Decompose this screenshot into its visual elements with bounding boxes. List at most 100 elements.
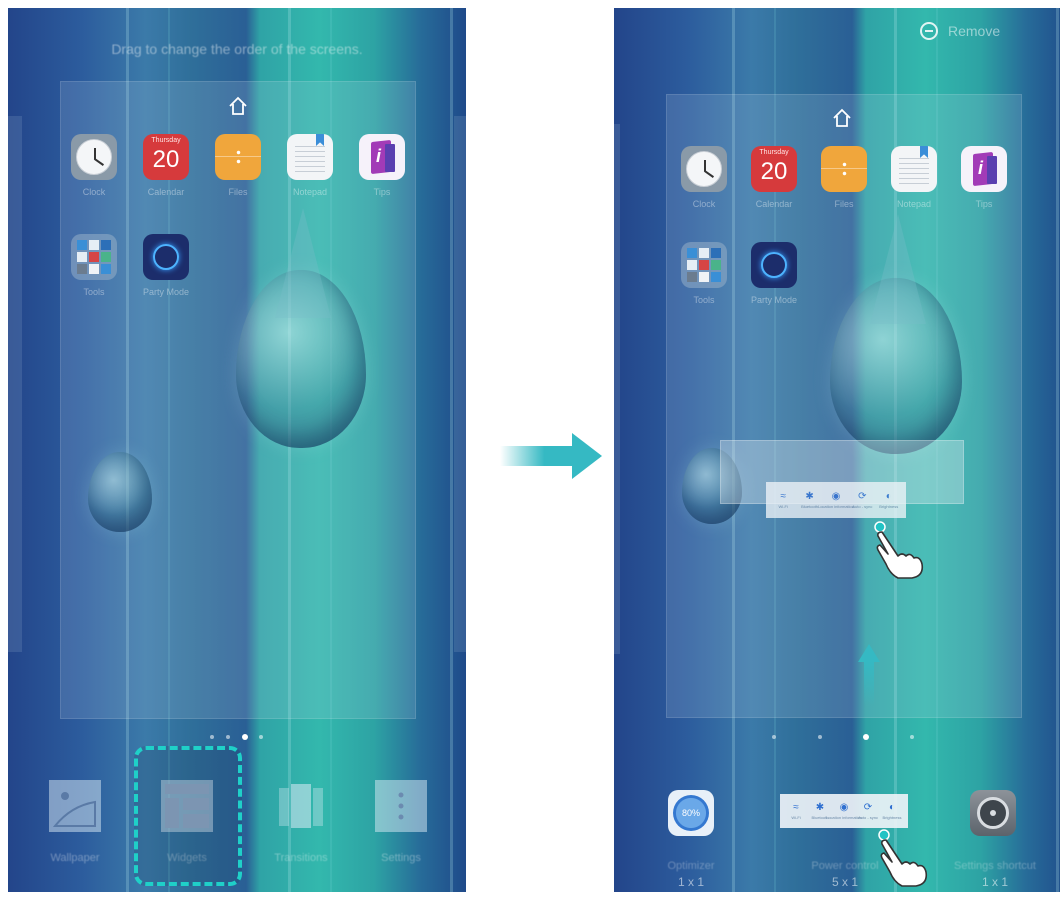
app-label: Tips bbox=[373, 187, 391, 197]
home-icon[interactable] bbox=[226, 94, 250, 118]
settings-dots-icon bbox=[375, 780, 427, 832]
page-dot bbox=[210, 735, 214, 739]
party-mode-icon bbox=[751, 242, 797, 288]
app-tips[interactable]: i Tips bbox=[954, 146, 1014, 209]
app-calendar[interactable]: Thursday 20 Calendar bbox=[744, 146, 804, 209]
app-label: Files bbox=[228, 187, 248, 197]
calendar-icon: Thursday 20 bbox=[143, 134, 189, 180]
calendar-weekday: Thursday bbox=[759, 149, 789, 156]
app-notepad[interactable]: Notepad bbox=[280, 134, 340, 197]
tools-folder-icon bbox=[71, 234, 117, 280]
wallpaper-icon bbox=[49, 780, 101, 832]
settings-gear-icon bbox=[977, 797, 1009, 829]
toggle-label: Auto - sync bbox=[852, 504, 873, 509]
menu-settings[interactable]: Settings bbox=[356, 780, 446, 864]
page-dot-current bbox=[242, 734, 248, 740]
wifi-icon: ≈ bbox=[793, 802, 799, 813]
home-screen-widgets-mode-right: Remove Clock Thursday 20 Calendar Files … bbox=[614, 8, 1060, 892]
toggle-auto-sync[interactable]: ⟳ Auto - sync bbox=[849, 491, 875, 509]
widget-label-optimizer: Optimizer 1 x 1 bbox=[636, 860, 746, 889]
water-drop-large-tip bbox=[275, 208, 331, 318]
brightness-icon: ◐ bbox=[885, 491, 892, 502]
app-label: Tools bbox=[693, 295, 715, 305]
app-clock[interactable]: Clock bbox=[64, 134, 124, 197]
toggle-brightness[interactable]: ◐ Brightness bbox=[880, 802, 904, 820]
power-control-widget[interactable]: ≈ Wi-Fi ✱ Bluetooth ◉ Location information … bbox=[780, 794, 908, 828]
page-indicator bbox=[768, 732, 918, 742]
page-dot bbox=[818, 735, 822, 739]
app-label: Notepad bbox=[292, 187, 328, 197]
sync-icon: ⟳ bbox=[858, 491, 867, 502]
toggle-label: Bluetooth bbox=[801, 504, 819, 509]
folder-tools[interactable]: Tools bbox=[64, 234, 124, 297]
toggle-location[interactable]: ◉ Location information bbox=[826, 802, 862, 820]
app-files[interactable]: Files bbox=[208, 134, 268, 197]
app-party-mode[interactable]: Party Mode bbox=[136, 234, 196, 297]
widget-name: Optimizer bbox=[667, 860, 715, 872]
page-indicator bbox=[208, 732, 268, 742]
app-notepad[interactable]: Notepad bbox=[884, 146, 944, 209]
files-icon bbox=[821, 146, 867, 192]
location-icon: ◉ bbox=[831, 491, 841, 502]
widget-size: 1 x 1 bbox=[981, 875, 1008, 889]
power-control-widget-dragged[interactable]: ≈ Wi-Fi ✱ Bluetooth ◉ Location information … bbox=[766, 482, 906, 518]
menu-transitions[interactable]: Transitions bbox=[256, 780, 346, 864]
bluetooth-icon: ✱ bbox=[815, 802, 825, 813]
party-mode-icon bbox=[143, 234, 189, 280]
transition-arrow-shaft bbox=[500, 446, 574, 466]
calendar-day: 20 bbox=[152, 146, 180, 173]
app-label: Calendar bbox=[147, 187, 185, 197]
tips-icon: i bbox=[359, 134, 405, 180]
app-label: Clock bbox=[692, 199, 716, 209]
page-dot bbox=[910, 735, 914, 739]
tips-icon: i bbox=[961, 146, 1007, 192]
previous-screen-edge[interactable] bbox=[614, 124, 620, 654]
transitions-icon bbox=[275, 780, 327, 832]
wifi-icon: ≈ bbox=[780, 491, 786, 502]
finger-touch-icon bbox=[878, 829, 928, 887]
page-dot bbox=[772, 735, 776, 739]
app-calendar[interactable]: Thursday 20 Calendar bbox=[136, 134, 196, 197]
widget-name: Settings shortcut bbox=[954, 860, 1036, 872]
toggle-label: Wi-Fi bbox=[791, 815, 801, 820]
app-label: Notepad bbox=[896, 199, 932, 209]
bluetooth-icon: ✱ bbox=[805, 491, 814, 502]
previous-screen-edge[interactable] bbox=[8, 116, 22, 652]
calendar-day: 20 bbox=[760, 158, 788, 185]
app-label: Calendar bbox=[755, 199, 793, 209]
notepad-icon bbox=[891, 146, 937, 192]
app-label: Tools bbox=[83, 287, 105, 297]
app-label: Party Mode bbox=[750, 295, 798, 305]
tools-folder-icon bbox=[681, 242, 727, 288]
toggle-wifi[interactable]: ≈ Wi-Fi bbox=[770, 491, 796, 509]
toggle-brightness[interactable]: ◐ Brightness bbox=[876, 491, 902, 509]
water-drop-large-tip bbox=[870, 214, 926, 324]
app-label: Tips bbox=[975, 199, 993, 209]
brightness-icon: ◐ bbox=[888, 802, 896, 813]
sync-icon: ⟳ bbox=[863, 802, 873, 813]
optimizer-widget[interactable]: 80% bbox=[668, 790, 714, 836]
toggle-label: Wi-Fi bbox=[778, 504, 788, 509]
page-dot bbox=[226, 735, 230, 739]
page-dot-current bbox=[863, 734, 869, 740]
toggle-wifi[interactable]: ≈ Wi-Fi bbox=[784, 802, 808, 820]
folder-tools[interactable]: Tools bbox=[674, 242, 734, 305]
page-dot bbox=[259, 735, 263, 739]
drag-up-arrow-icon bbox=[858, 644, 880, 706]
finger-touch-icon bbox=[874, 521, 924, 579]
app-tips[interactable]: i Tips bbox=[352, 134, 412, 197]
app-party-mode[interactable]: Party Mode bbox=[744, 242, 804, 305]
menu-wallpaper[interactable]: Wallpaper bbox=[30, 780, 120, 864]
app-files[interactable]: Files bbox=[814, 146, 874, 209]
toggle-auto-sync[interactable]: ⟳ Auto - sync bbox=[856, 802, 880, 820]
next-screen-edge[interactable] bbox=[454, 116, 466, 652]
toggle-location[interactable]: ◉ Location information bbox=[818, 491, 854, 509]
app-label: Party Mode bbox=[142, 287, 190, 297]
toggle-label: Brightness bbox=[882, 815, 902, 820]
settings-shortcut-widget[interactable] bbox=[970, 790, 1016, 836]
remove-zone[interactable]: Remove bbox=[920, 22, 1000, 40]
app-clock[interactable]: Clock bbox=[674, 146, 734, 209]
widget-label-settings-shortcut: Settings shortcut 1 x 1 bbox=[940, 860, 1050, 889]
transition-arrow-icon bbox=[572, 433, 602, 479]
home-icon[interactable] bbox=[830, 106, 854, 130]
